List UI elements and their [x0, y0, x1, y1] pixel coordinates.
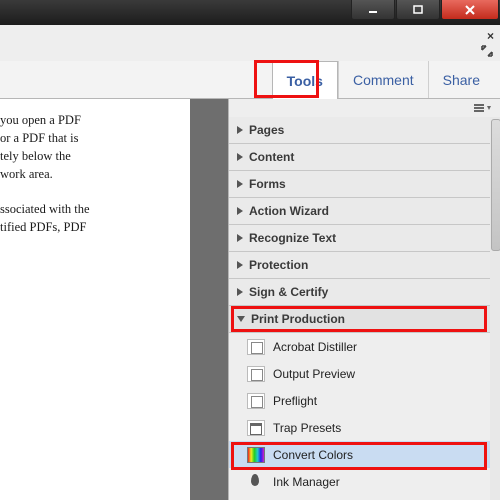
- close-panel-icon[interactable]: ×: [487, 29, 494, 43]
- doc-text: ssociated with the: [0, 202, 90, 216]
- section-label: Forms: [249, 177, 286, 191]
- tool-label: Acrobat Distiller: [273, 340, 357, 354]
- chevron-right-icon: [237, 153, 243, 161]
- section-label: Pages: [249, 123, 284, 137]
- tool-label: Preflight: [273, 394, 317, 408]
- trap-presets-icon: [247, 420, 265, 436]
- panel-options-icon[interactable]: [474, 103, 492, 113]
- section-action-wizard[interactable]: Action Wizard: [229, 198, 490, 225]
- tool-trap-presets[interactable]: Trap Presets: [229, 414, 490, 441]
- section-label: Print Production: [251, 312, 345, 326]
- tool-output-preview[interactable]: Output Preview: [229, 360, 490, 387]
- panel-options-bar: [229, 99, 500, 118]
- section-label: Protection: [249, 258, 308, 272]
- section-label: Action Wizard: [249, 204, 329, 218]
- window-minimize-button[interactable]: [351, 0, 395, 20]
- doc-text: tely below the: [0, 149, 71, 163]
- tab-share[interactable]: Share: [428, 61, 494, 98]
- section-sign-certify[interactable]: Sign & Certify: [229, 279, 490, 306]
- doc-text: you open a PDF: [0, 113, 81, 127]
- window-titlebar: [0, 0, 500, 25]
- tab-comment[interactable]: Comment: [338, 61, 428, 98]
- chevron-right-icon: [237, 288, 243, 296]
- tool-label: Output Preview: [273, 367, 355, 381]
- tools-side-panel: Pages Content Forms Action Wizard Recogn…: [228, 99, 500, 500]
- section-label: Recognize Text: [249, 231, 336, 245]
- chevron-right-icon: [237, 126, 243, 134]
- panel-scrollbar[interactable]: [490, 117, 500, 500]
- tool-preflight[interactable]: Preflight: [229, 387, 490, 414]
- section-label: Content: [249, 150, 294, 164]
- preflight-icon: [247, 393, 265, 409]
- tool-ink-manager[interactable]: Ink Manager: [229, 468, 490, 495]
- app-toolbar: ×: [0, 25, 500, 62]
- section-forms[interactable]: Forms: [229, 171, 490, 198]
- doc-text: or a PDF that is: [0, 131, 78, 145]
- chevron-right-icon: [237, 261, 243, 269]
- section-protection[interactable]: Protection: [229, 252, 490, 279]
- document-gutter: [190, 99, 228, 500]
- window-maximize-button[interactable]: [396, 0, 440, 20]
- tool-label: Trap Presets: [273, 421, 341, 435]
- chevron-right-icon: [237, 180, 243, 188]
- right-panel-tabs: Tools Comment Share: [0, 61, 500, 99]
- window-close-button[interactable]: [441, 0, 499, 20]
- section-pages[interactable]: Pages: [229, 117, 490, 144]
- tools-panel-list: Pages Content Forms Action Wizard Recogn…: [229, 117, 490, 500]
- section-content[interactable]: Content: [229, 144, 490, 171]
- tool-label: Ink Manager: [273, 475, 340, 489]
- chevron-right-icon: [237, 234, 243, 242]
- tool-convert-colors[interactable]: Convert Colors: [229, 441, 490, 468]
- tool-acrobat-distiller[interactable]: Acrobat Distiller: [229, 333, 490, 360]
- convert-colors-icon: [247, 447, 265, 463]
- section-recognize-text[interactable]: Recognize Text: [229, 225, 490, 252]
- distiller-icon: [247, 339, 265, 355]
- expand-icon[interactable]: [480, 44, 494, 58]
- section-print-production[interactable]: Print Production: [229, 306, 490, 333]
- tool-label: Convert Colors: [273, 448, 353, 462]
- section-label: Sign & Certify: [249, 285, 328, 299]
- output-preview-icon: [247, 366, 265, 382]
- doc-text: tified PDFs, PDF: [0, 220, 86, 234]
- main-area: you open a PDF or a PDF that is tely bel…: [0, 99, 500, 500]
- ink-manager-icon: [247, 474, 265, 490]
- tab-tools[interactable]: Tools: [272, 61, 338, 99]
- document-view: you open a PDF or a PDF that is tely bel…: [0, 99, 190, 500]
- scrollbar-thumb[interactable]: [491, 119, 500, 251]
- chevron-right-icon: [237, 207, 243, 215]
- chevron-down-icon: [237, 316, 245, 322]
- doc-text: work area.: [0, 167, 53, 181]
